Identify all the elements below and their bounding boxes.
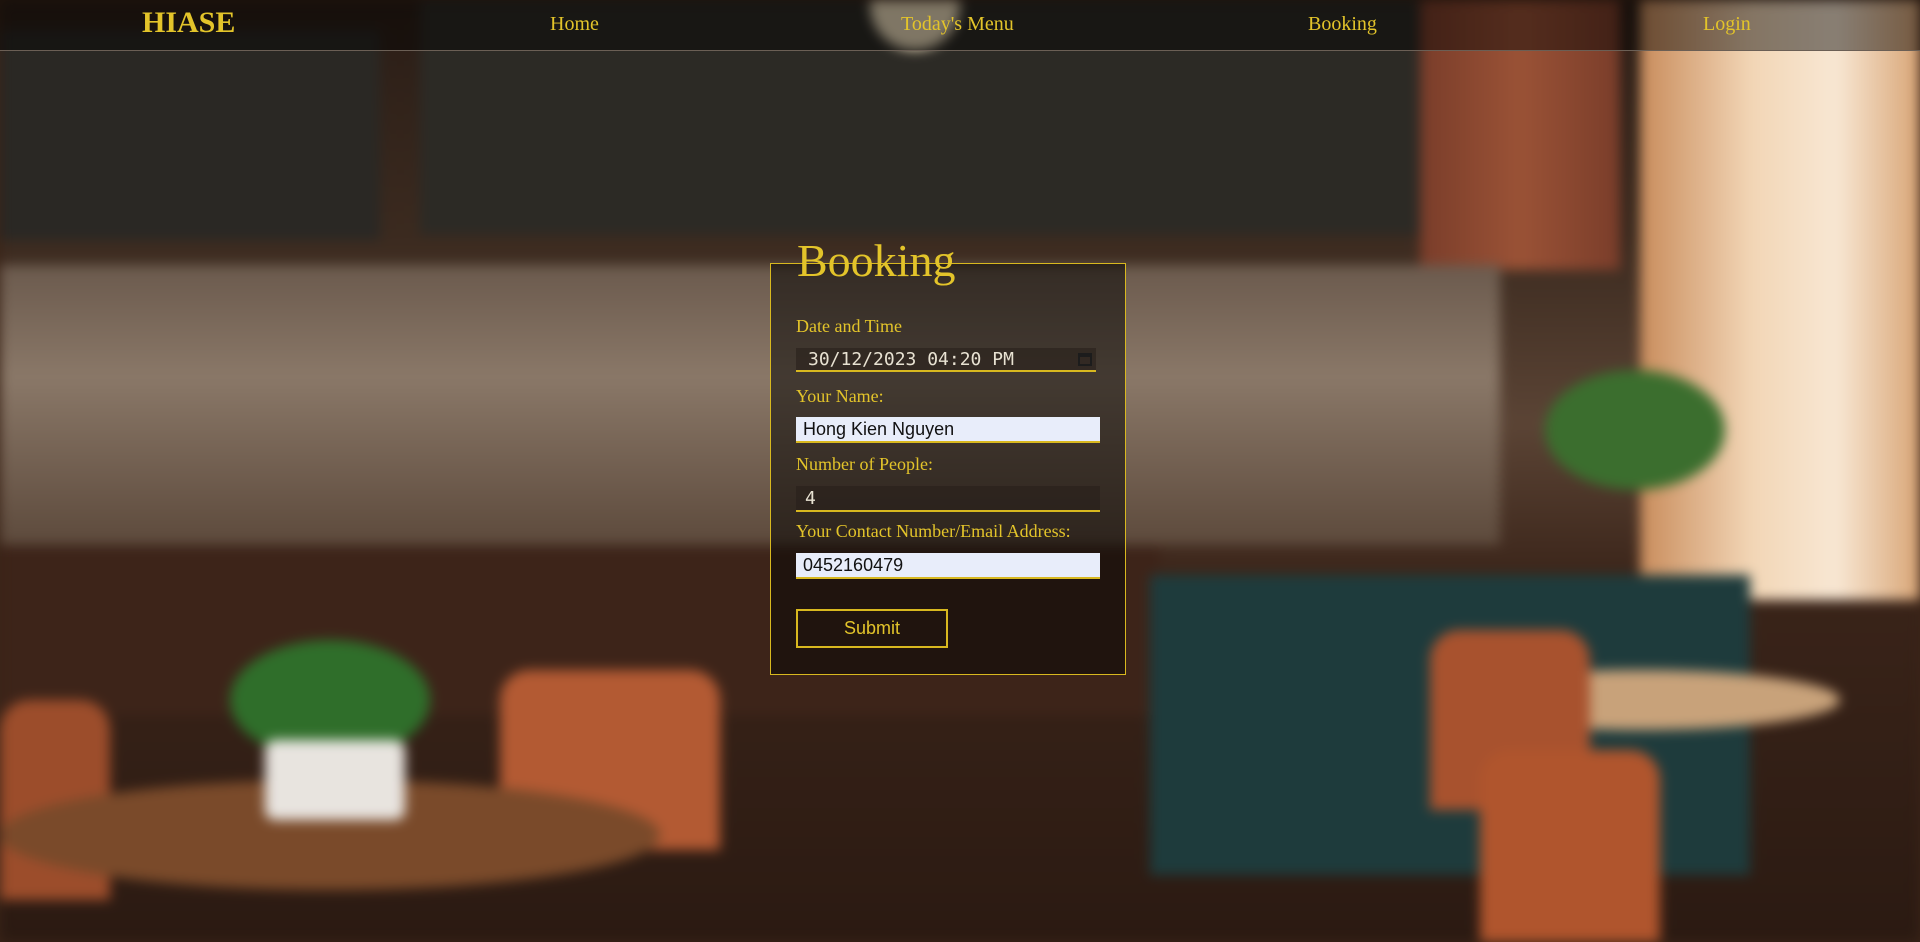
date-time-input[interactable]: 30/12/2023 04:20 PM	[796, 348, 1096, 372]
contact-label: Your Contact Number/Email Address:	[796, 521, 1071, 541]
top-navbar: HIASE Home Today's Menu Booking Login	[0, 0, 1920, 51]
nav-link-login[interactable]: Login	[1703, 13, 1751, 36]
nav-link-home[interactable]: Home	[550, 13, 599, 36]
date-time-label: Date and Time	[796, 316, 902, 336]
brand-logo[interactable]: HIASE	[142, 6, 235, 40]
booking-title: Booking	[797, 235, 956, 286]
contact-input[interactable]	[796, 553, 1100, 579]
nav-link-todays-menu[interactable]: Today's Menu	[901, 13, 1014, 36]
name-input[interactable]	[796, 417, 1100, 443]
people-input[interactable]	[796, 486, 1100, 512]
nav-link-booking[interactable]: Booking	[1308, 13, 1377, 36]
date-time-value: 30/12/2023 04:20 PM	[808, 349, 1014, 370]
calendar-icon[interactable]	[1078, 353, 1092, 366]
booking-form: Booking Date and Time 30/12/2023 04:20 P…	[770, 238, 1126, 675]
name-label: Your Name:	[796, 386, 884, 406]
people-label: Number of People:	[796, 454, 933, 474]
submit-button[interactable]: Submit	[796, 609, 948, 648]
